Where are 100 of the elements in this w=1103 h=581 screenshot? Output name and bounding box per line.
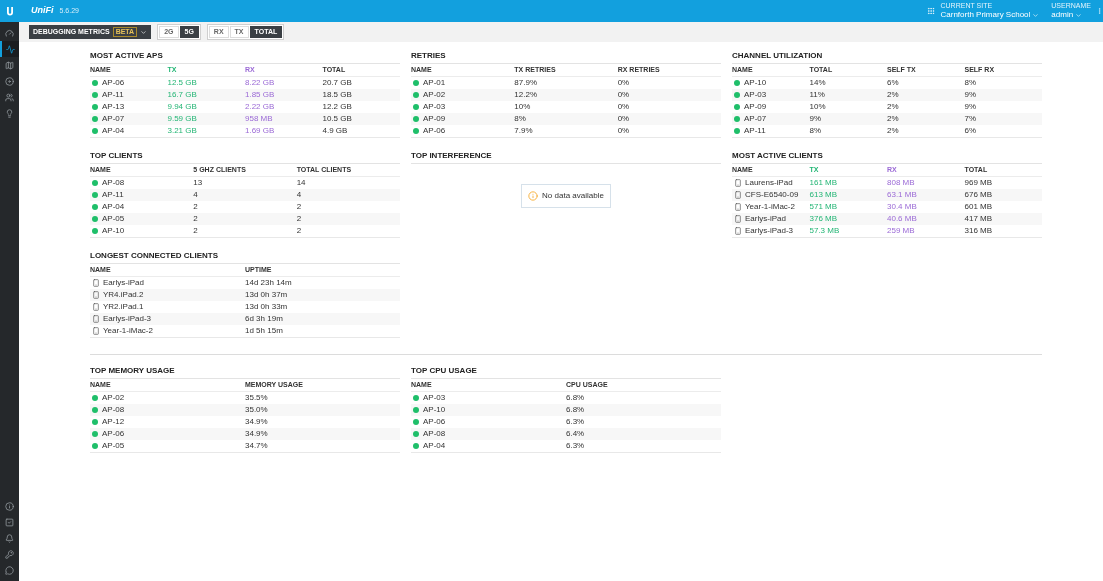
table-cell-text: 9% (964, 89, 978, 101)
table-cell-text: 12.5 GB (167, 77, 198, 89)
section-title: CHANNEL UTILIZATION (732, 50, 1042, 64)
table-cell-text: 6.3% (566, 440, 586, 452)
name-cell[interactable]: AP-10 (423, 404, 446, 416)
name-cell[interactable]: AP-10 (744, 77, 767, 89)
name-cell[interactable]: AP-07 (102, 113, 125, 125)
table-cell-text: 2 (296, 201, 303, 213)
name-cell[interactable]: YR4.iPad.2 (103, 289, 144, 301)
table-cell-text: 2 (193, 201, 199, 213)
device-icon (92, 279, 100, 287)
section-title: TOP INTERFERENCE (411, 150, 721, 164)
table-cell-text: 601 MB (964, 201, 994, 213)
name-cell[interactable]: AP-09 (423, 113, 446, 125)
table-cell-text: 13d 0h 37m (245, 289, 289, 301)
name-cell[interactable]: AP-05 (102, 213, 125, 225)
table-cell-text: 2 (193, 213, 199, 225)
name-cell[interactable]: AP-02 (102, 392, 125, 404)
name-cell[interactable]: AP-06 (423, 125, 446, 137)
table-cell-text: 14% (809, 77, 827, 89)
name-cell[interactable]: AP-08 (423, 428, 446, 440)
table-cell-text: 4.9 GB (322, 125, 349, 137)
table-cell-text: 2 (296, 225, 303, 237)
caret-icon (1032, 11, 1040, 19)
name-cell[interactable]: AP-13 (102, 101, 125, 113)
name-cell[interactable]: AP-03 (423, 392, 446, 404)
apps-grid-icon[interactable] (926, 7, 935, 15)
table-cell-text: 1.85 GB (245, 89, 276, 101)
info-icon (528, 191, 539, 201)
table-cell-text: 6.8% (566, 404, 586, 416)
more-icon[interactable] (1096, 6, 1103, 16)
table-cell-text: 9% (809, 113, 823, 125)
name-cell[interactable]: AP-11 (744, 125, 766, 137)
chat-icon (5, 565, 14, 575)
table-cell-text: 676 MB (964, 189, 994, 201)
pulse-nav-button[interactable] (0, 41, 19, 57)
name-cell[interactable]: YR2.iPad.1 (103, 301, 144, 313)
name-cell[interactable]: Earlys-iPad (745, 213, 786, 225)
table-cell-text: 18.5 GB (322, 89, 353, 101)
name-cell[interactable]: AP-12 (102, 416, 125, 428)
table-cell-text: 10.5 GB (322, 113, 353, 125)
dashboard-icon (5, 28, 14, 38)
name-cell[interactable]: AP-07 (744, 113, 767, 125)
section-title: RETRIES (411, 50, 721, 64)
name-cell[interactable]: AP-04 (102, 201, 125, 213)
name-cell[interactable]: CFS-E6540-09 (745, 189, 799, 201)
name-cell[interactable]: AP-02 (423, 89, 446, 101)
name-cell[interactable]: AP-04 (102, 125, 125, 137)
table-cell-text: 6.8% (566, 392, 586, 404)
table-cell-text: 13d 0h 33m (245, 301, 289, 313)
table-cell-text: 9% (964, 101, 978, 113)
name-cell[interactable]: Earlys-iPad-3 (103, 313, 151, 325)
name-cell[interactable]: AP-03 (423, 101, 446, 113)
table-cell-text: 10% (514, 101, 532, 113)
table-cell-text: 0% (617, 89, 631, 101)
name-cell[interactable]: Year-1-iMac-2 (103, 325, 153, 337)
name-cell[interactable]: AP-06 (423, 416, 446, 428)
table-cell-text: 6d 3h 19m (245, 313, 284, 325)
table-cell-text: 1d 5h 15m (245, 325, 284, 337)
device-icon (92, 327, 100, 335)
table-cell-text: 8% (964, 77, 978, 89)
table-cell-text: 2% (887, 125, 900, 137)
table-cell-text: 14d 23h 14m (245, 277, 293, 289)
device-icon (92, 303, 100, 311)
device-icon (734, 215, 742, 223)
logo-icon (5, 6, 14, 16)
name-cell[interactable]: AP-11 (102, 189, 124, 201)
table-cell-text: 2% (887, 89, 900, 101)
device-icon (92, 291, 100, 299)
name-cell[interactable]: AP-03 (744, 89, 767, 101)
table-cell-text: 6.3% (566, 416, 586, 428)
table-cell-text: 9.59 GB (167, 113, 198, 125)
table-cell-text: 1.69 GB (245, 125, 276, 137)
name-cell[interactable]: AP-01 (423, 77, 446, 89)
table-cell-text: 10% (809, 101, 827, 113)
device-icon (734, 203, 742, 211)
table-cell-text: 34.9% (245, 416, 269, 428)
name-cell[interactable]: AP-08 (102, 404, 125, 416)
name-cell[interactable]: AP-04 (423, 440, 446, 452)
name-cell[interactable]: AP-05 (102, 440, 125, 452)
name-cell[interactable]: AP-11 (102, 89, 124, 101)
table-cell-text: 8% (514, 113, 527, 125)
table-cell-text: 958 MB (245, 113, 274, 125)
name-cell[interactable]: AP-06 (102, 77, 125, 89)
name-cell[interactable]: AP-10 (102, 225, 125, 237)
disc-icon (5, 76, 14, 86)
table-cell-text: 0% (617, 125, 631, 137)
name-cell[interactable]: Year-1-iMac-2 (745, 201, 795, 213)
section-title: TOP CPU USAGE (411, 365, 721, 379)
name-cell[interactable]: AP-09 (744, 101, 767, 113)
name-cell[interactable]: AP-08 (102, 177, 125, 189)
name-cell[interactable]: AP-06 (102, 428, 125, 440)
name-cell[interactable]: Laurens-iPad (745, 177, 793, 189)
table-cell-text: 13 (193, 177, 204, 189)
table-cell-text: 969 MB (964, 177, 994, 189)
name-cell[interactable]: Earlys-iPad-3 (745, 225, 793, 237)
name-cell[interactable]: Earlys-iPad (103, 277, 144, 289)
table-cell-text: 2 (296, 213, 303, 225)
table-cell-text: 259 MB (887, 225, 916, 237)
device-icon (92, 315, 100, 323)
